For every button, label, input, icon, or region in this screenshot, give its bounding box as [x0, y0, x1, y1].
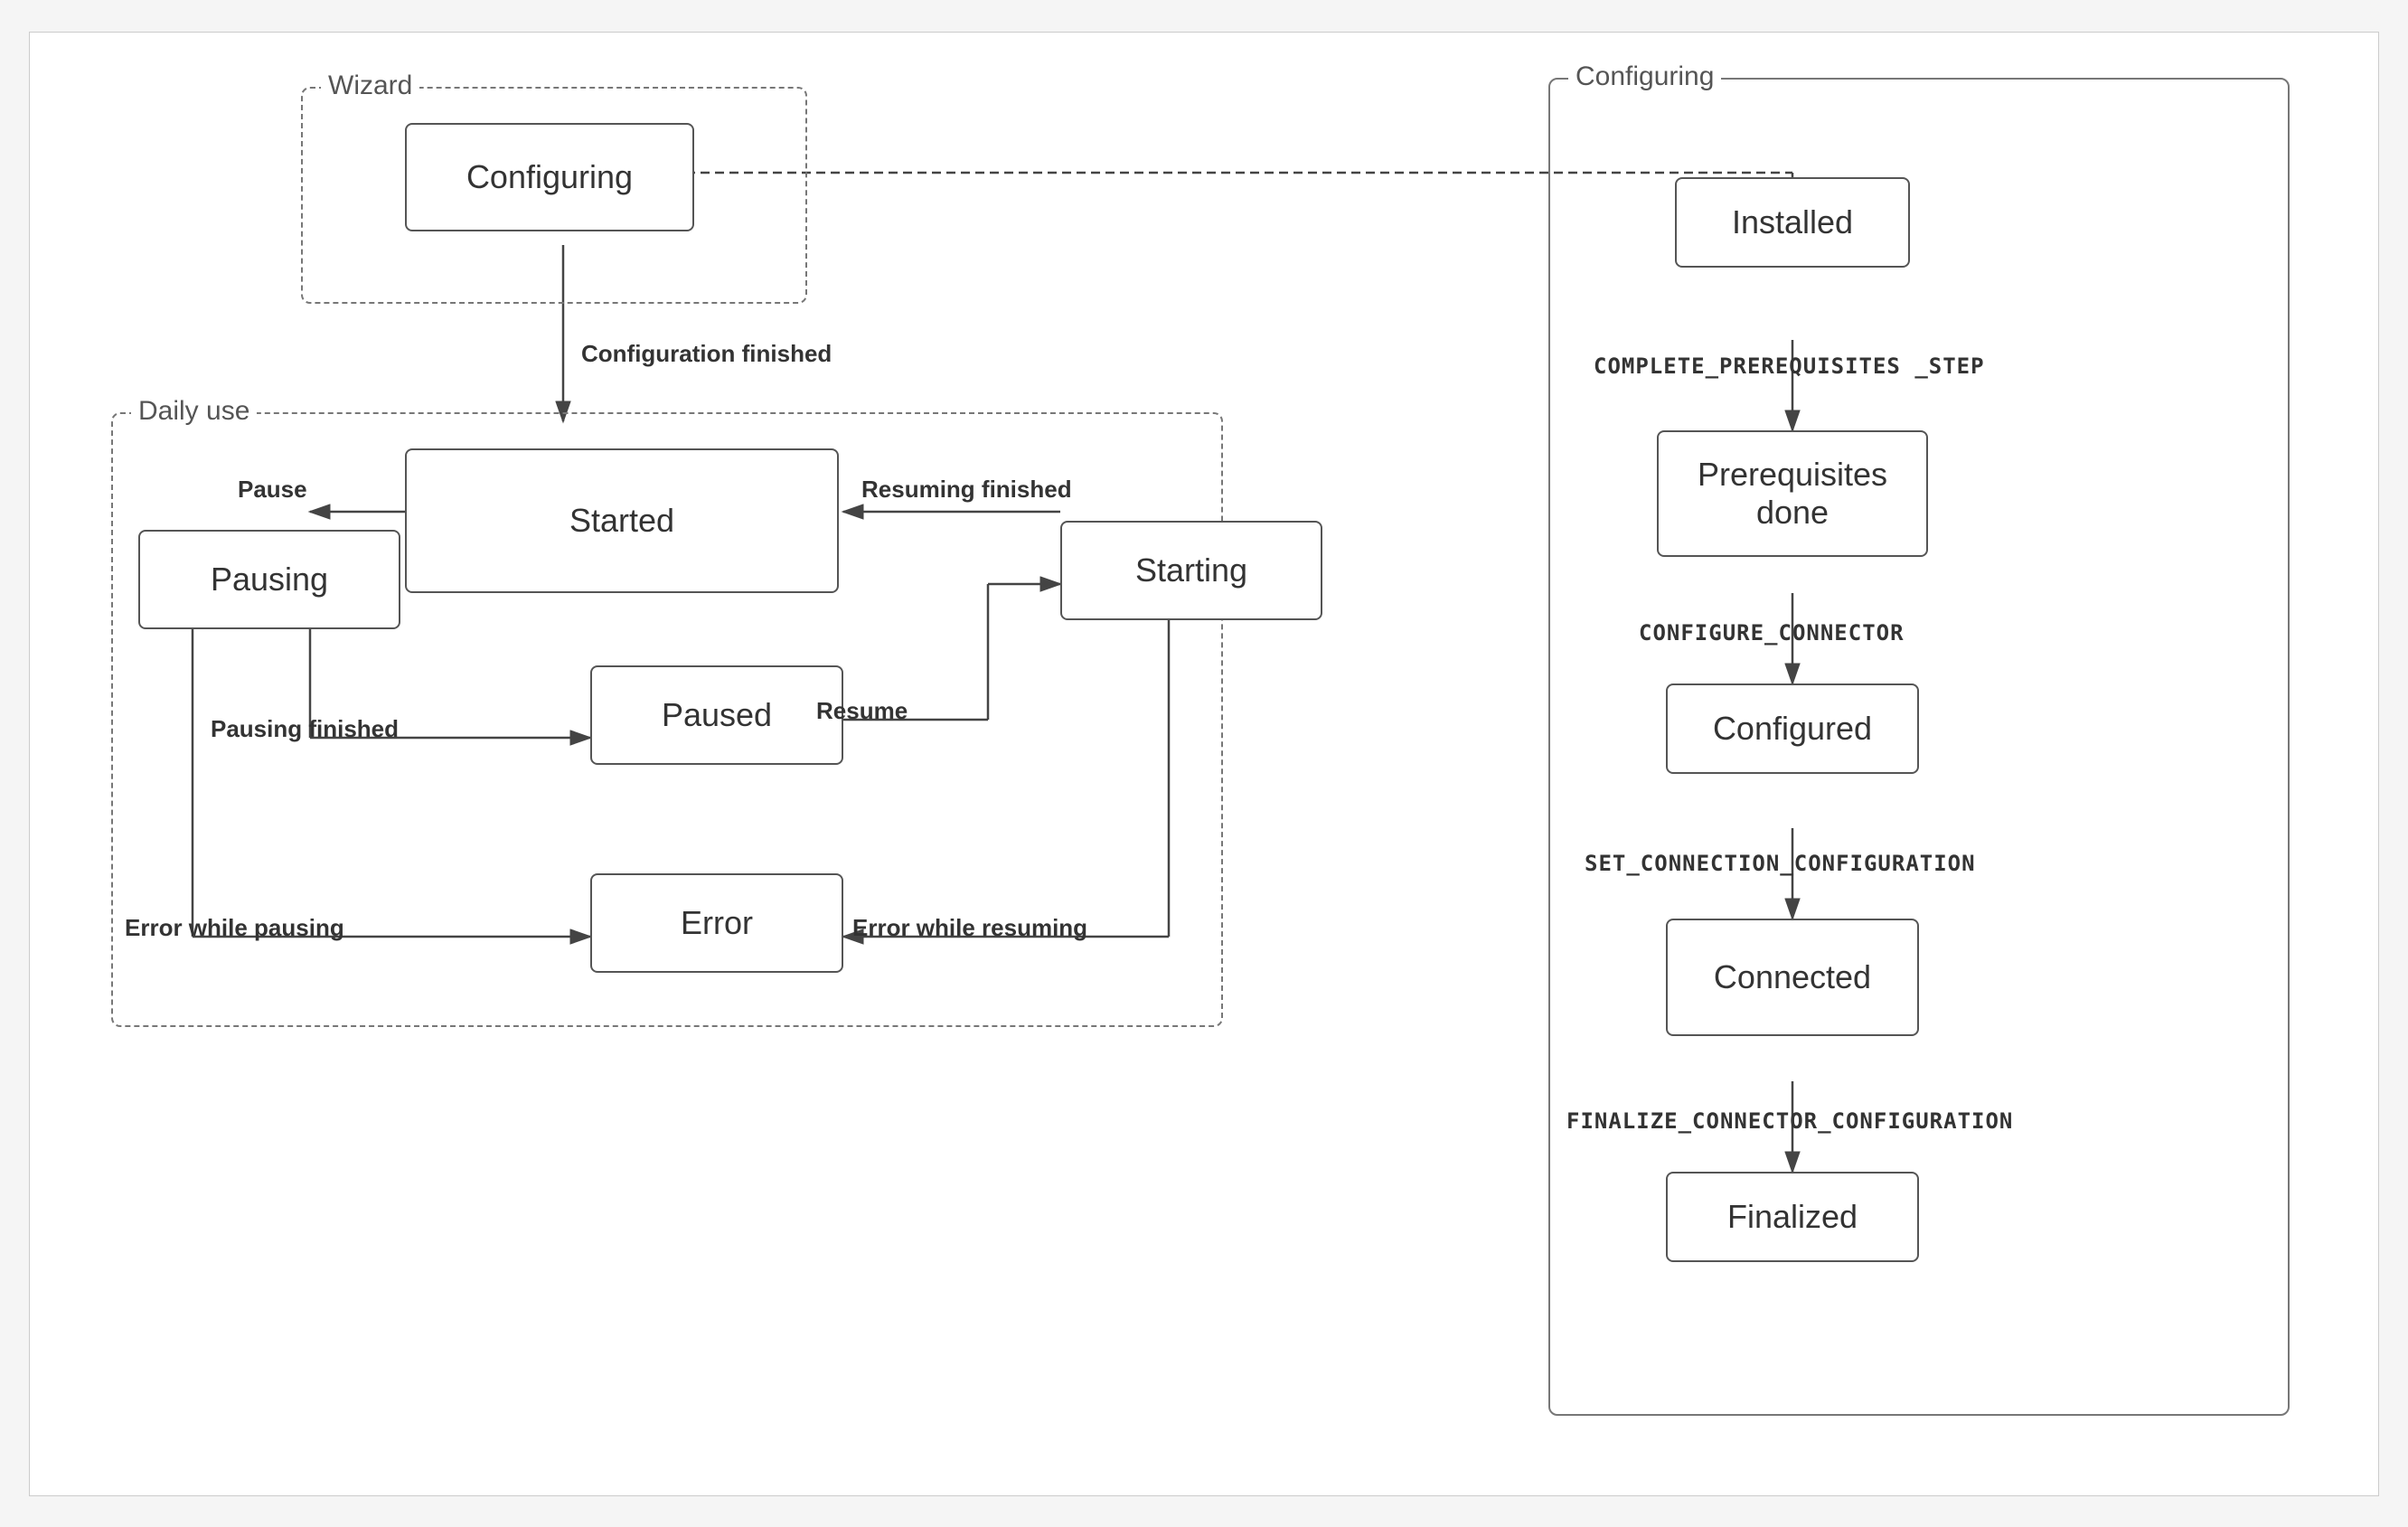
connected-box: Connected — [1666, 919, 1919, 1036]
daily-use-label: Daily use — [131, 396, 257, 427]
error-label: Error — [681, 904, 753, 942]
paused-label: Paused — [662, 696, 772, 734]
starting-label: Starting — [1135, 551, 1247, 589]
configure-connector-label: CONFIGURE_CONNECTOR — [1639, 620, 1905, 646]
error-resuming-label: Error while resuming — [852, 914, 1087, 942]
configuring-section-label: Configuring — [1568, 61, 1721, 92]
finalize-connector-label: FINALIZE_CONNECTOR_CONFIGURATION — [1566, 1108, 2013, 1134]
started-box: Started — [405, 448, 839, 593]
starting-box: Starting — [1060, 521, 1322, 620]
paused-box: Paused — [590, 665, 843, 765]
configuring-section: Configuring — [1548, 78, 2290, 1416]
wizard-configuring-box: Configuring — [405, 123, 694, 231]
pausing-finished-label: Pausing finished — [211, 715, 399, 743]
wizard-box-label: Wizard — [321, 71, 419, 101]
set-connection-label: SET_CONNECTION_CONFIGURATION — [1585, 851, 1976, 876]
installed-label: Installed — [1732, 203, 1853, 241]
wizard-configuring-label: Configuring — [466, 158, 633, 196]
prerequisites-done-box: Prerequisites done — [1657, 430, 1928, 557]
started-label: Started — [569, 502, 674, 540]
pause-label: Pause — [238, 476, 307, 504]
pausing-box: Pausing — [138, 530, 400, 629]
resume-label: Resume — [816, 697, 908, 725]
pausing-label: Pausing — [211, 561, 328, 599]
prerequisites-done-label: Prerequisites done — [1698, 456, 1887, 532]
error-box: Error — [590, 873, 843, 973]
installed-box: Installed — [1675, 177, 1910, 268]
complete-prereq-label: COMPLETE_PREREQUISITES _STEP — [1594, 353, 1985, 379]
resuming-finished-label: Resuming finished — [861, 476, 1072, 504]
configured-label: Configured — [1713, 710, 1872, 748]
error-pausing-label: Error while pausing — [125, 914, 344, 942]
finalized-box: Finalized — [1666, 1172, 1919, 1262]
connected-label: Connected — [1714, 958, 1871, 996]
finalized-label: Finalized — [1727, 1198, 1858, 1236]
configured-box: Configured — [1666, 683, 1919, 774]
config-finished-label: Configuration finished — [581, 340, 832, 368]
